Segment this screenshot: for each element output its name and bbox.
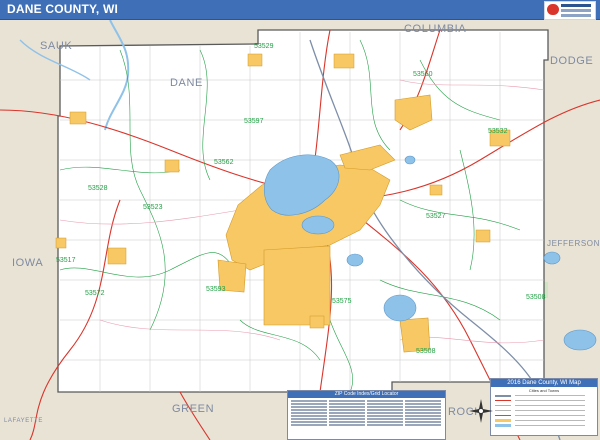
zip-label: 53597: [244, 118, 264, 125]
map-legend: 2016 Dane County, WI Map Cities and Town…: [490, 378, 598, 436]
zip-index-grid: [291, 400, 442, 436]
zip-label: 53508: [526, 294, 546, 301]
zip-index-column: [329, 400, 365, 436]
zip-label: 53523: [143, 204, 163, 211]
logo-mark-icon: [547, 4, 559, 15]
county-label-dodge: DODGE: [550, 55, 593, 67]
county-label-dane: DANE: [170, 77, 203, 89]
zip-label: 53528: [88, 185, 108, 192]
legend-row: [495, 423, 593, 428]
legend-title: 2016 Dane County, WI Map: [491, 379, 597, 387]
zip-label: 53532: [488, 128, 508, 135]
logo-text-mark: [561, 4, 591, 7]
county-label-jefferson: JEFFERSON: [547, 239, 600, 248]
zip-index-title: ZIP Code Index/Grid Locator: [288, 391, 445, 398]
lake: [543, 251, 561, 265]
title-bar: DANE COUNTY, WI: [0, 0, 600, 20]
zip-label: 53572: [85, 290, 105, 297]
publisher-logo: [544, 1, 596, 20]
county-label-green: GREEN: [172, 403, 214, 415]
zip-label: 53562: [214, 159, 234, 166]
zip-label: 53560: [413, 71, 433, 78]
zip-code-index: ZIP Code Index/Grid Locator: [287, 390, 446, 440]
zip-label: 53517: [56, 257, 76, 264]
zip-index-column: [291, 400, 327, 436]
map-frame: DANE COUNTY, WI SAUK COLUMBIA DODGE DANE…: [0, 0, 600, 440]
county-label-sauk: SAUK: [40, 40, 72, 52]
zip-label: 53593: [206, 286, 226, 293]
zip-label: 53575: [332, 298, 352, 305]
map-title: DANE COUNTY, WI: [7, 2, 118, 16]
county-label-iowa: IOWA: [12, 257, 43, 269]
zip-index-column: [405, 400, 441, 436]
zip-label: 53508: [416, 348, 436, 355]
zip-label: 53529: [254, 43, 274, 50]
county-label-columbia: COLUMBIA: [404, 23, 466, 35]
county-map[interactable]: SAUK COLUMBIA DODGE DANE IOWA JEFFERSON …: [0, 20, 600, 440]
zip-index-column: [367, 400, 403, 436]
compass-rose-icon: [469, 399, 493, 423]
zip-label: 53527: [426, 213, 446, 220]
county-label-lafayette: LAFAYETTE: [4, 418, 43, 424]
lake: [563, 329, 597, 351]
